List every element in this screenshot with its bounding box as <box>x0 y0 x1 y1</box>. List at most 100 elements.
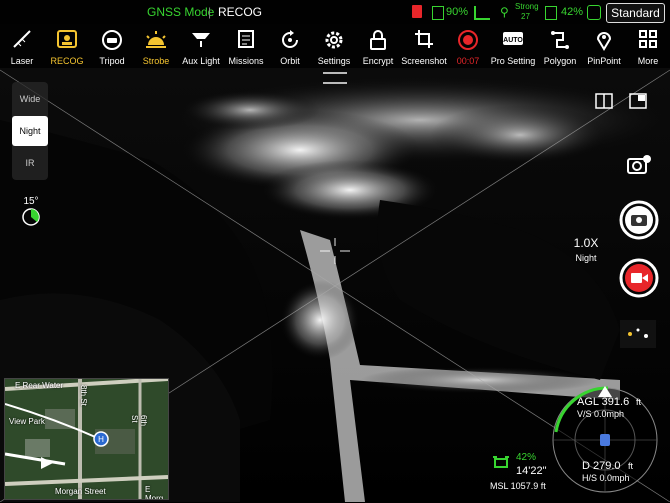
agl-value: AGL 391.6 <box>577 396 630 408</box>
standard-mode-button[interactable]: Standard <box>606 3 665 23</box>
gear-icon <box>325 31 343 49</box>
aux-light-label: Aux Light <box>182 56 220 66</box>
camera-gear-icon <box>627 155 651 174</box>
status-bar: GNSS Mode | RECOG 90% ⚲ Strong 27 42% St… <box>0 0 670 24</box>
grid-icon <box>639 30 657 48</box>
map-street-label: 6th St <box>130 415 148 427</box>
gimbal-dial-icon <box>22 208 40 226</box>
mode-wide[interactable]: Wide <box>12 84 48 114</box>
signal-icon <box>474 6 490 20</box>
flight-info: 42% 14'22" MSL 1057.9 ft <box>490 452 550 496</box>
laser-label: Laser <box>10 56 34 66</box>
gallery-thumbnail-icon <box>620 320 656 348</box>
zoom-indicator[interactable]: 1.0X Night <box>568 236 604 263</box>
agl-unit: ft <box>636 397 642 407</box>
mode-night[interactable]: Night <box>12 116 48 146</box>
drone-icon <box>493 456 509 468</box>
missions-button[interactable]: Missions <box>224 24 268 68</box>
map-street-label: E Rear Water <box>15 381 64 390</box>
drone-battery-value: 90% <box>446 6 469 18</box>
record-icon <box>458 30 478 50</box>
recog-icon <box>57 30 77 48</box>
missions-label: Missions <box>228 56 264 66</box>
pro-setting-button[interactable]: AUTO Pro Setting <box>488 24 538 68</box>
rc-battery-value: 42% <box>561 6 584 18</box>
aux-light-button[interactable]: Aux Light <box>178 24 224 68</box>
rc-battery-icon <box>545 6 557 20</box>
map-street-label: 8th St <box>79 385 88 406</box>
signal-strength-value: 27 <box>521 12 530 21</box>
recog-label: RECOG <box>218 5 263 19</box>
screenshot-button[interactable]: Screenshot <box>400 24 448 68</box>
encrypt-label: Encrypt <box>362 56 394 66</box>
strobe-button[interactable]: Strobe <box>134 24 178 68</box>
strobe-label: Strobe <box>142 56 170 66</box>
polygon-button[interactable]: Polygon <box>538 24 582 68</box>
laser-button[interactable]: Laser <box>0 24 44 68</box>
status-separator: | <box>208 5 212 19</box>
wifi-icon <box>587 5 601 20</box>
zoom-value: 1.0X <box>573 236 599 250</box>
split-view-icon <box>595 93 613 109</box>
video-record-icon <box>619 258 659 298</box>
gimbal-tilt-value: 15° <box>23 196 39 207</box>
orbit-icon <box>282 30 298 48</box>
toolbar-collapse-handle[interactable] <box>323 72 347 84</box>
vertical-speed: V/S 0.0mph <box>577 409 625 419</box>
settings-label: Settings <box>317 56 351 66</box>
recog-button[interactable]: RECOG <box>44 24 90 68</box>
aux-light-icon <box>192 33 210 47</box>
record-button[interactable] <box>619 258 659 298</box>
camera-settings-button[interactable] <box>626 153 652 177</box>
encrypt-button[interactable]: Encrypt <box>356 24 400 68</box>
auto-icon: AUTO <box>503 32 523 45</box>
missions-icon <box>238 30 254 48</box>
polygon-label: Polygon <box>543 56 577 66</box>
tripod-label: Tripod <box>99 56 125 66</box>
pin-icon <box>596 32 612 51</box>
pinpoint-label: PinPoint <box>587 56 621 66</box>
gimbal-tilt-indicator: 15° <box>16 196 46 232</box>
map-street-label: Morgan Street <box>55 487 106 496</box>
satellite-icon: ⚲ <box>500 5 509 19</box>
mode-ir[interactable]: IR <box>12 148 48 178</box>
msl-altitude: MSL 1057.9 ft <box>490 481 546 491</box>
laser-icon <box>13 30 31 48</box>
flight-battery-percent: 42% <box>516 452 537 463</box>
orbit-button[interactable]: Orbit <box>268 24 312 68</box>
tripod-button[interactable]: Tripod <box>90 24 134 68</box>
telemetry-compass[interactable]: AGL 391.6 ft V/S 0.0mph D 279.0 ft H/S 0… <box>548 382 662 498</box>
split-view-button[interactable] <box>594 92 614 110</box>
tripod-icon <box>102 30 122 50</box>
mini-map[interactable]: H E Rear Water 8th St View Park Morgan S… <box>4 378 169 500</box>
gnss-mode-label[interactable]: GNSS Mode <box>147 5 214 19</box>
more-button[interactable]: More <box>626 24 670 68</box>
record-timer: 00:07 <box>456 56 480 66</box>
record-toggle-button[interactable]: 00:07 <box>448 24 488 68</box>
distance-value: D 279.0 <box>582 460 621 472</box>
sd-card-icon <box>412 5 422 18</box>
camera-shutter-icon <box>619 200 659 240</box>
polygon-icon <box>551 31 569 49</box>
map-street-label: View Park <box>9 417 45 426</box>
media-gallery-button[interactable] <box>620 320 656 348</box>
map-street-label: E Morg <box>145 485 164 500</box>
orbit-label: Orbit <box>280 56 300 66</box>
camera-mode-panel: Wide Night IR <box>12 82 48 180</box>
distance-unit: ft <box>628 461 634 471</box>
pip-view-icon <box>629 93 647 109</box>
signal-strength-label: Strong <box>515 2 539 11</box>
flight-time: 14'22" <box>516 465 547 477</box>
svg-text:AUTO: AUTO <box>503 37 523 44</box>
settings-button[interactable]: Settings <box>312 24 356 68</box>
pip-view-button[interactable] <box>628 92 648 110</box>
pro-setting-label: Pro Setting <box>490 56 536 66</box>
zoom-mode: Night <box>575 253 597 263</box>
shutter-button[interactable] <box>619 200 659 240</box>
recog-tool-label: RECOG <box>50 56 84 66</box>
lock-icon <box>370 30 386 50</box>
crop-icon <box>415 30 433 48</box>
strobe-icon <box>146 31 166 48</box>
more-label: More <box>637 56 659 66</box>
pinpoint-button[interactable]: PinPoint <box>582 24 626 68</box>
